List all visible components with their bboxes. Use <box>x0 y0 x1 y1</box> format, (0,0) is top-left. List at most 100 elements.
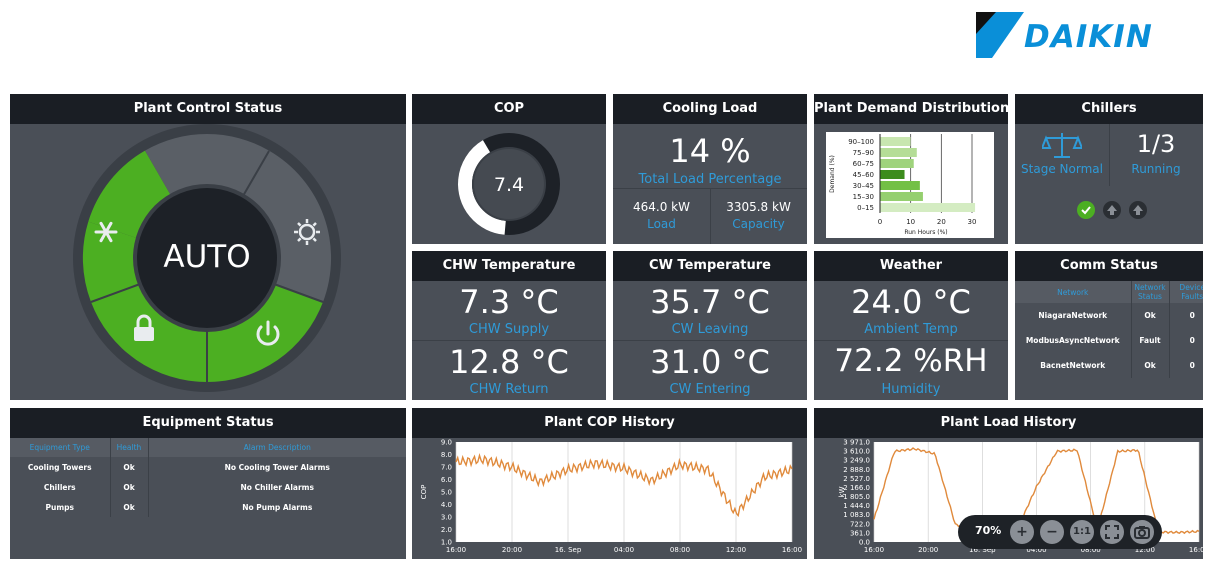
ambient-temp-label: Ambient Temp <box>864 322 958 337</box>
table-row[interactable]: ModbusAsyncNetwork Fault 0 <box>1015 328 1203 353</box>
demand-bar <box>880 170 905 179</box>
fullscreen-button[interactable] <box>1100 520 1124 544</box>
x-tick-label: 08:00 <box>670 546 690 554</box>
chillers-panel: Chillers Stage Normal 1/3 Running <box>1015 94 1203 244</box>
comm-network-cell: NiagaraNetwork <box>1038 311 1108 320</box>
x-tick-label: 20:00 <box>502 546 522 554</box>
comm-faults-cell: 0 <box>1168 328 1203 353</box>
demand-x-tick: 20 <box>937 218 946 226</box>
y-tick-label: 5.0 <box>441 489 452 497</box>
daikin-logo-mark-icon <box>976 12 1024 58</box>
demand-y-tick: 75–90 <box>853 149 874 157</box>
plant-control-panel: Plant Control Status AUTO <box>10 94 406 400</box>
demand-y-label: Demand (%) <box>829 155 836 193</box>
chiller-2-standby-icon[interactable] <box>1103 201 1121 219</box>
y-tick-label: 6.0 <box>441 476 452 484</box>
y-tick-label: 722.0 <box>850 520 870 528</box>
demand-bar <box>880 192 923 201</box>
comm-header-status[interactable]: Network Status <box>1130 281 1169 303</box>
comm-status-title: Comm Status <box>1015 251 1203 281</box>
x-tick-label: 16:00 <box>446 546 466 554</box>
logo-wordmark: DAIKIN <box>1024 19 1153 55</box>
y-tick-label: 1 444.0 <box>843 502 870 510</box>
comm-status-panel: Comm Status Network Network Status Devic… <box>1015 251 1203 400</box>
equipment-health-cell: Ok <box>109 497 148 517</box>
chw-return-label: CHW Return <box>469 382 549 397</box>
demand-y-tick: 45–60 <box>853 171 874 179</box>
y-tick-label: 2 166.0 <box>843 484 870 492</box>
y-tick-label: 8.0 <box>441 451 452 459</box>
chillers-running-label: Running <box>1131 162 1181 176</box>
cw-leaving-value: 35.7 °C <box>650 283 770 321</box>
cop-panel: COP 7.4 <box>412 94 606 244</box>
y-tick-label: 2 527.0 <box>843 475 870 483</box>
demand-y-tick: 60–75 <box>853 160 874 168</box>
chw-return-value: 12.8 °C <box>449 343 569 381</box>
comm-status-cell: Ok <box>1130 353 1169 378</box>
table-row[interactable]: BacnetNetwork Ok 0 <box>1015 353 1203 378</box>
cop-title: COP <box>412 94 606 124</box>
zoom-in-button[interactable]: + <box>1010 520 1034 544</box>
chillers-running-value: 1/3 <box>1136 130 1176 158</box>
demand-chart: 0 10 20 30 90–100 75–90 60–75 45–60 30–45 15–30 0–… <box>829 134 977 236</box>
table-row[interactable]: Chillers Ok No Chiller Alarms <box>10 477 406 497</box>
y-tick-label: 7.0 <box>441 464 452 472</box>
x-tick-label: 16:00 <box>782 546 802 554</box>
zoom-reset-button[interactable]: 1:1 <box>1070 520 1094 544</box>
y-tick-label: 3.0 <box>441 514 452 522</box>
demand-y-tick: 30–45 <box>853 182 874 190</box>
chw-supply-value: 7.3 °C <box>459 283 559 321</box>
weather-title: Weather <box>814 251 1008 281</box>
table-row[interactable]: NiagaraNetwork Ok 0 <box>1015 303 1203 328</box>
comm-faults-cell: 0 <box>1168 353 1203 378</box>
load-label: Load <box>647 217 676 231</box>
chiller-status-indicators <box>1077 201 1147 219</box>
comm-status-cell: Ok <box>1130 303 1169 328</box>
humidity-label: Humidity <box>881 382 941 397</box>
comm-header-faults[interactable]: Device Faults <box>1168 281 1203 303</box>
cop-history-chart: 9.08.07.06.05.04.03.02.01.016:00 20:00 16.… <box>420 439 802 555</box>
comm-network-cell: ModbusAsyncNetwork <box>1025 336 1120 345</box>
equipment-status-panel: Equipment Status Equipment Type Health A… <box>10 408 406 559</box>
chiller-1-running-icon[interactable] <box>1077 201 1095 219</box>
equipment-table: Equipment Type Health Alarm Description … <box>10 438 406 517</box>
demand-x-tick: 30 <box>968 218 977 226</box>
equipment-health-cell: Ok <box>109 457 148 477</box>
demand-y-tick: 0–15 <box>857 204 874 212</box>
chillers-title: Chillers <box>1015 94 1203 124</box>
x-tick-label: 12:00 <box>726 546 746 554</box>
load-value: 464.0 kW <box>633 200 690 214</box>
cw-entering-label: CW Entering <box>669 382 751 397</box>
y-tick-label: 1 083.0 <box>843 511 870 519</box>
chiller-3-standby-icon[interactable] <box>1129 201 1147 219</box>
y-tick-label: 361.0 <box>850 529 870 537</box>
y-tick-label: 3 971.0 <box>843 439 870 447</box>
equipment-header-type[interactable]: Equipment Type <box>10 438 110 457</box>
x-tick-label: 16:00 <box>1189 546 1203 554</box>
load-history-title: Plant Load History <box>814 408 1203 438</box>
table-row[interactable]: Cooling Towers Ok No Cooling Tower Alarm… <box>10 457 406 477</box>
equipment-header-alarm[interactable]: Alarm Description <box>147 438 406 457</box>
demand-title: Plant Demand Distribution <box>814 94 1008 124</box>
y-tick-label: 2.0 <box>441 526 452 534</box>
balance-scale-icon <box>1042 133 1082 158</box>
demand-bar <box>880 159 914 168</box>
cw-title: CW Temperature <box>613 251 807 281</box>
cop-history-panel: Plant COP History 9.0 8.0 7.0 6.0 5.0 4.0 3.0 2… <box>412 408 807 559</box>
cooling-load-percent-label: Total Load Percentage <box>638 172 782 187</box>
cw-entering-value: 31.0 °C <box>650 343 770 381</box>
snapshot-button[interactable] <box>1130 520 1154 544</box>
capacity-value: 3305.8 kW <box>726 200 791 214</box>
zoom-out-button[interactable]: − <box>1040 520 1064 544</box>
plant-control-title: Plant Control Status <box>10 94 406 124</box>
demand-x-tick: 0 <box>878 218 882 226</box>
equipment-header-health[interactable]: Health <box>109 438 148 457</box>
y-axis-label: COP <box>420 485 428 500</box>
comm-header-network[interactable]: Network <box>1015 281 1131 303</box>
zoom-level: 70% <box>975 524 1002 537</box>
fullscreen-icon <box>1105 525 1119 539</box>
demand-bar <box>880 137 911 146</box>
demand-y-tick: 15–30 <box>853 193 874 201</box>
equipment-status-title: Equipment Status <box>10 408 406 438</box>
table-row[interactable]: Pumps Ok No Pump Alarms <box>10 497 406 517</box>
